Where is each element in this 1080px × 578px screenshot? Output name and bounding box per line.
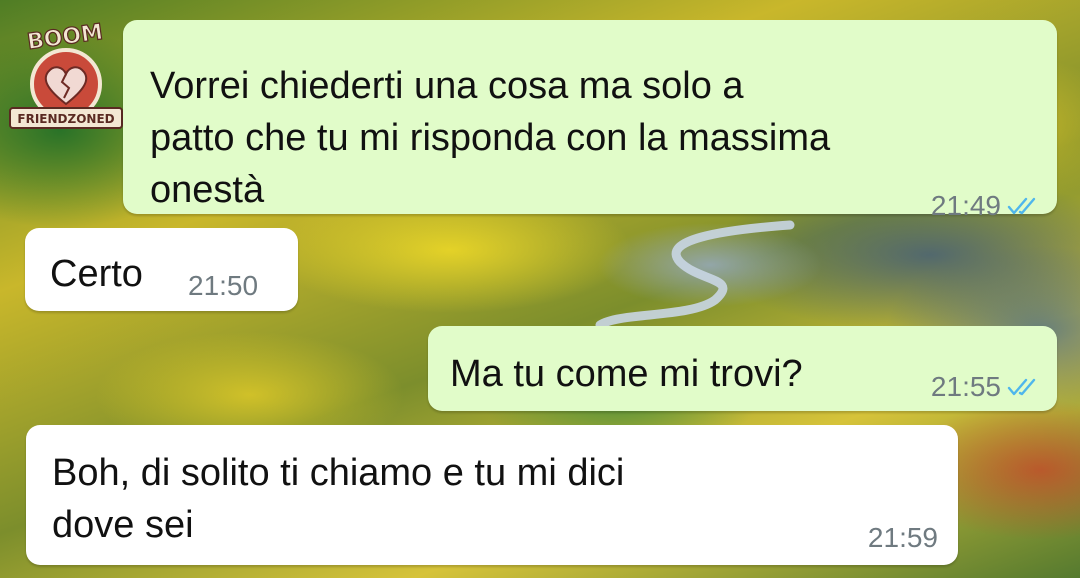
message-bubble-incoming[interactable]: Boh, di solito ti chiamo e tu mi dici do… bbox=[26, 425, 958, 565]
message-text: Ma tu come mi trovi? bbox=[450, 353, 803, 395]
message-bubble-incoming[interactable]: Certo 21:50 bbox=[25, 228, 298, 311]
message-meta: 21:49 bbox=[931, 190, 1043, 222]
message-text: Vorrei chiederti una cosa ma solo a patt… bbox=[150, 65, 831, 211]
boom-friendzoned-logo: BOOM FRIENDZONED bbox=[9, 19, 123, 129]
message-meta: 21:59 bbox=[868, 522, 938, 554]
message-bubble-outgoing[interactable]: Vorrei chiederti una cosa ma solo a patt… bbox=[123, 20, 1057, 221]
message-text: Certo bbox=[50, 253, 143, 295]
double-check-read-icon bbox=[1007, 378, 1036, 396]
double-check-read-icon bbox=[1007, 197, 1036, 215]
message-time: 21:50 bbox=[188, 270, 259, 301]
message-time: 21:59 bbox=[867, 522, 938, 553]
message-meta: 21:50 bbox=[188, 270, 258, 302]
message-text: Boh, di solito ti chiamo e tu mi dici do… bbox=[52, 452, 625, 546]
logo-top-text: BOOM bbox=[26, 20, 105, 55]
message-time: 21:55 bbox=[930, 371, 1001, 402]
logo-banner-text: FRIENDZONED bbox=[17, 112, 114, 126]
message-meta: 21:55 bbox=[931, 371, 1043, 403]
message-bubble-outgoing[interactable]: Ma tu come mi trovi? 21:55 bbox=[428, 326, 1057, 411]
message-time: 21:49 bbox=[930, 190, 1001, 221]
